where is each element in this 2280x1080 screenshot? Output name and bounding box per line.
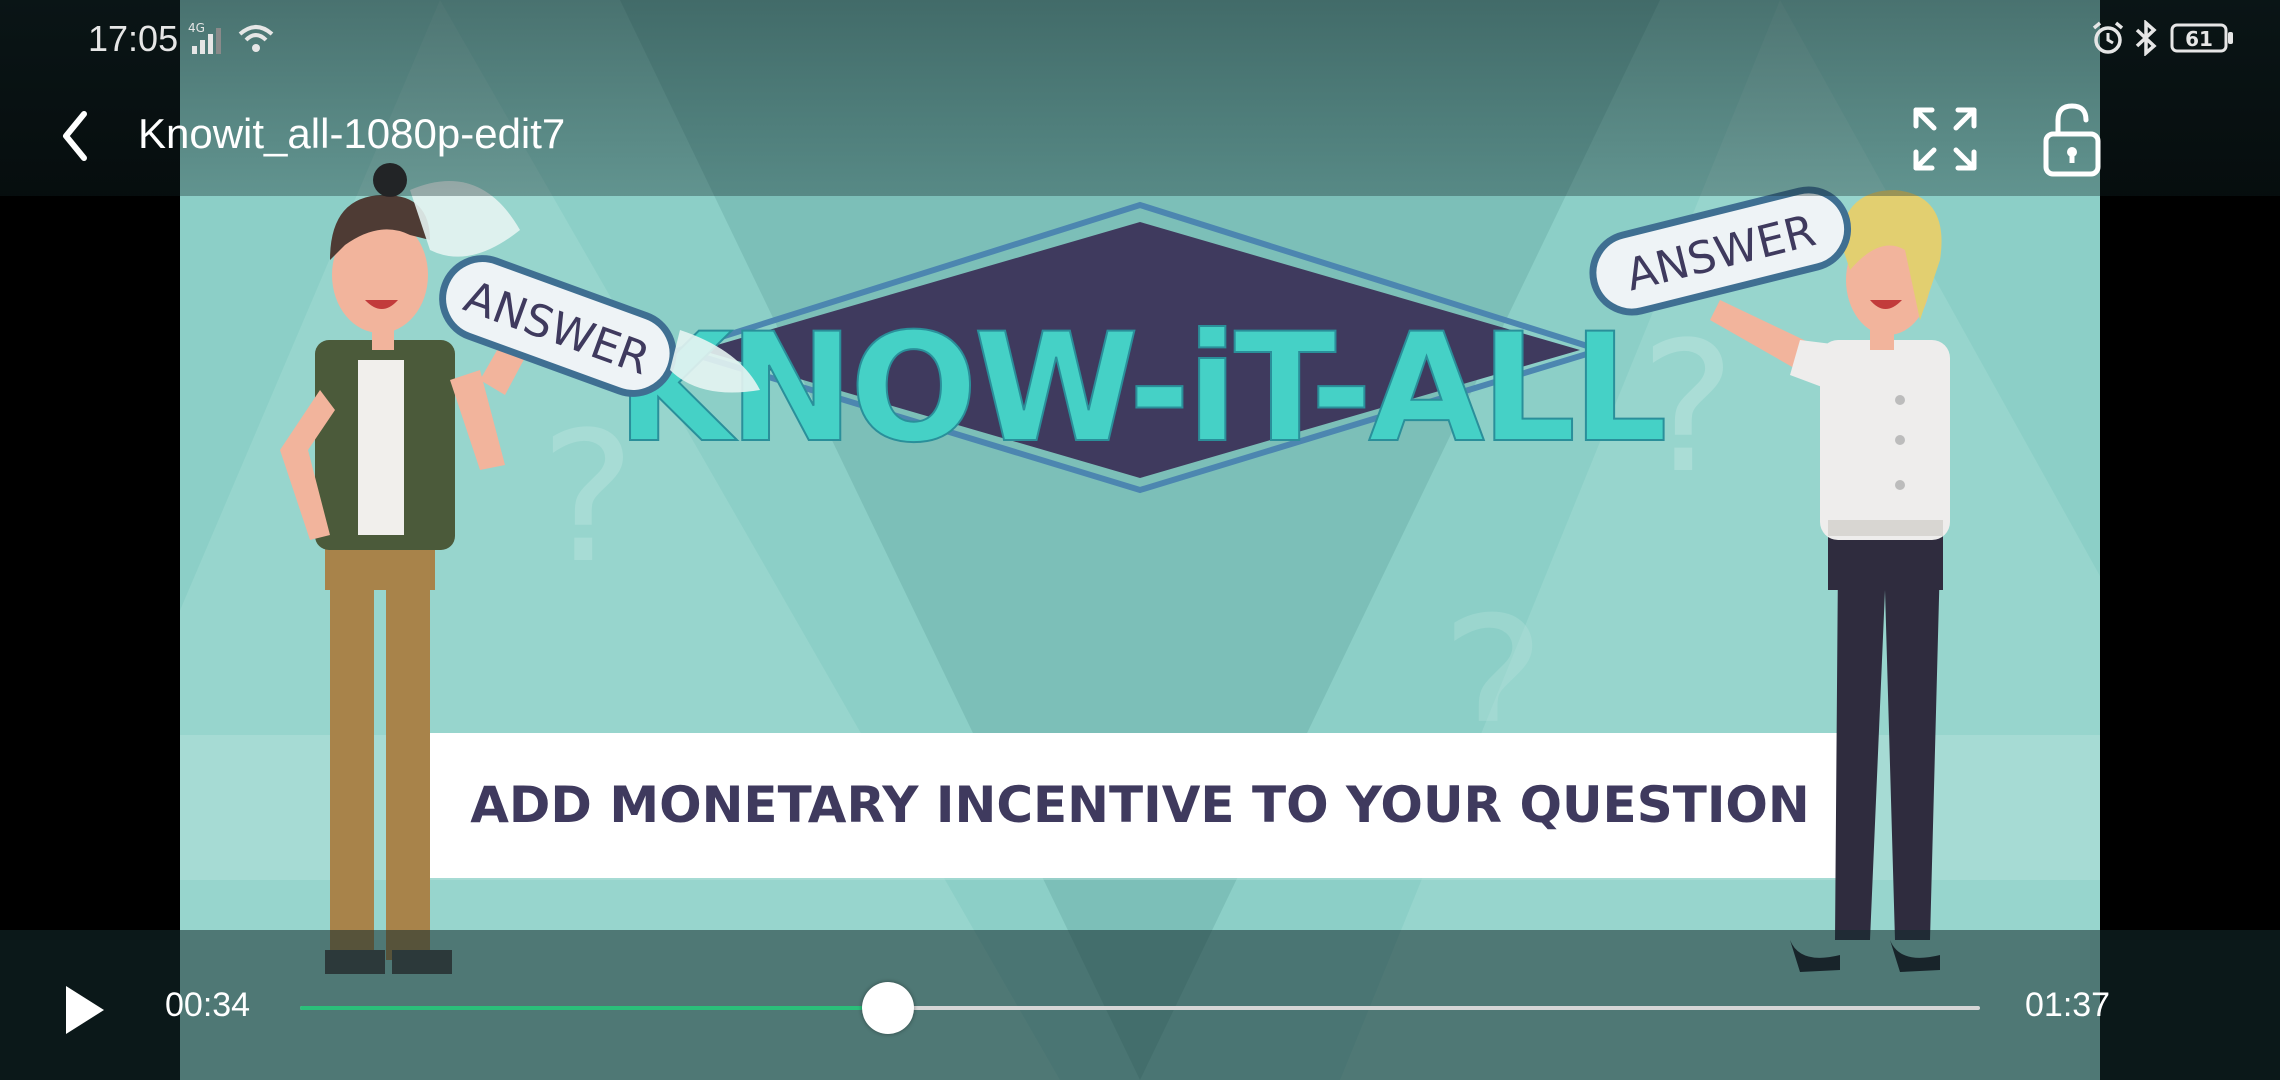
logo-text: KNOW-iT-ALL xyxy=(616,302,1664,476)
battery-level: 61 xyxy=(2185,27,2213,51)
play-button[interactable] xyxy=(60,980,110,1040)
current-time: 00:34 xyxy=(165,986,251,1024)
bluetooth-icon xyxy=(2135,20,2157,56)
seek-thumb[interactable] xyxy=(862,982,914,1034)
wifi-icon xyxy=(238,25,274,52)
lock-button[interactable] xyxy=(2040,100,2110,180)
back-button[interactable] xyxy=(48,102,120,174)
player-controls: 00:34 01:37 xyxy=(0,960,2280,1050)
status-time: 17:05 xyxy=(88,18,179,59)
signal-icon: 4G xyxy=(188,21,221,54)
fullscreen-icon xyxy=(1913,107,1977,171)
total-time: 01:37 xyxy=(2025,986,2111,1024)
unlock-icon xyxy=(2043,103,2101,177)
seek-progress xyxy=(300,1006,888,1010)
seek-bar[interactable] xyxy=(300,978,1980,1038)
status-bar: 17:05 4G 61 xyxy=(0,0,2280,78)
back-icon xyxy=(63,111,87,161)
network-type-label: 4G xyxy=(188,21,205,35)
alarm-icon xyxy=(2092,21,2124,54)
battery-icon: 61 xyxy=(2170,23,2233,53)
banner-text: ADD MONETARY INCENTIVE TO YOUR QUESTION xyxy=(470,776,1810,834)
play-icon xyxy=(66,986,104,1034)
player-top-bar: Knowit_all-1080p-edit7 xyxy=(0,96,2280,186)
video-title: Knowit_all-1080p-edit7 xyxy=(138,110,566,157)
fullscreen-button[interactable] xyxy=(1910,104,1980,174)
